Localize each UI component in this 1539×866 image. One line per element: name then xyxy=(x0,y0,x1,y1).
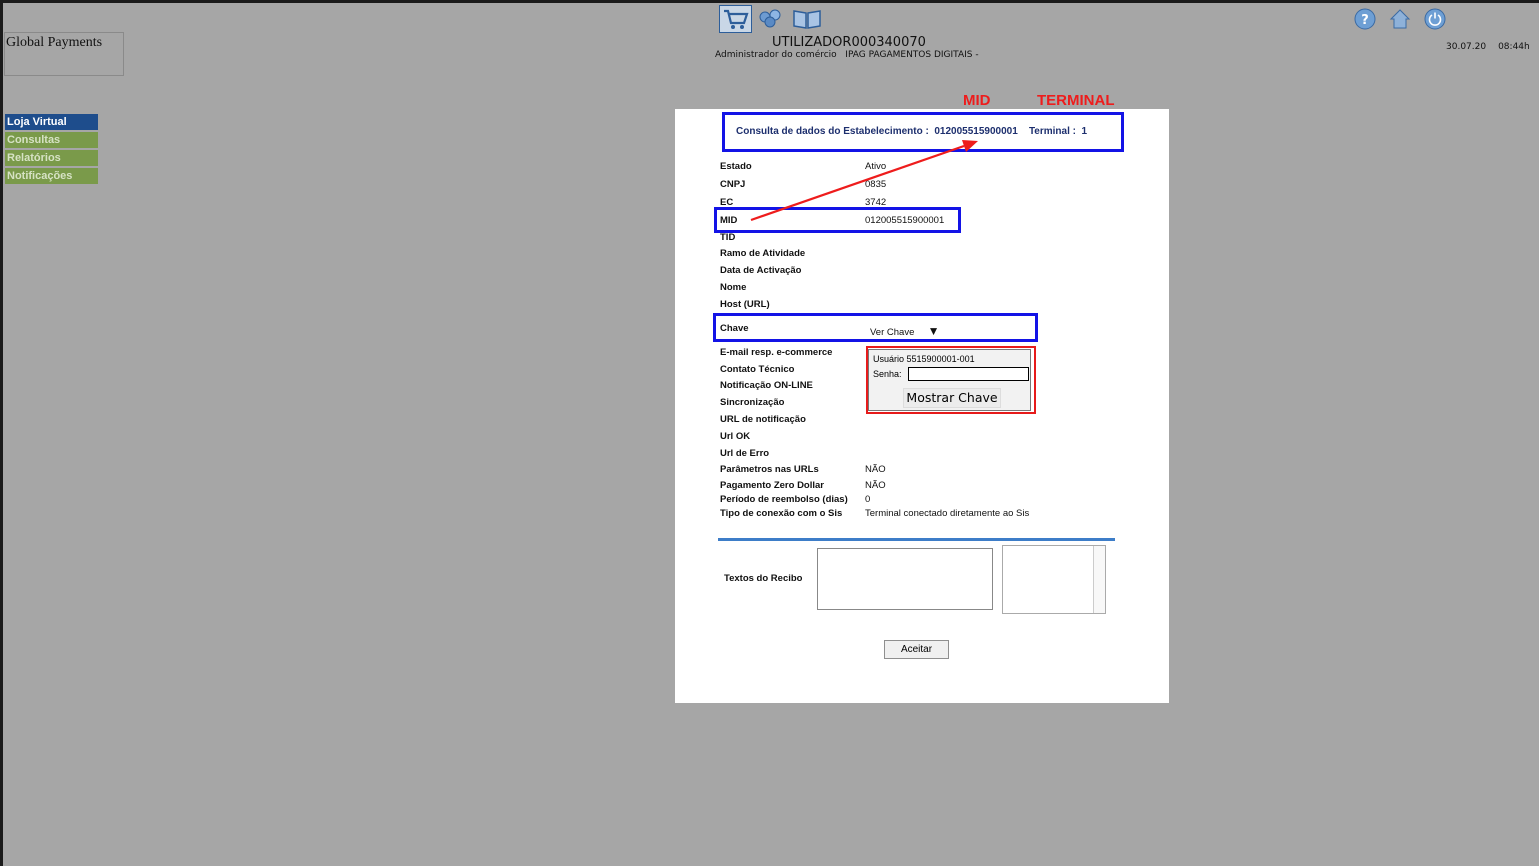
label-url-erro: Url de Erro xyxy=(720,448,770,459)
label-host-url: Host (URL) xyxy=(720,299,770,310)
label-zero-dollar: Pagamento Zero Dollar xyxy=(720,480,824,491)
label-sincronizacao: Sincronização xyxy=(720,397,785,408)
book-icon[interactable] xyxy=(792,7,824,31)
heading-terminal-label: Terminal : xyxy=(1028,126,1076,137)
logo-broken-image: Global Payments xyxy=(4,32,124,76)
value-estado: Ativo xyxy=(865,161,887,172)
value-parametros-urls: NÃO xyxy=(865,464,886,475)
password-field[interactable] xyxy=(908,367,1029,381)
value-reembolso: 0 xyxy=(865,494,871,505)
show-key-button[interactable]: Mostrar Chave xyxy=(903,388,1001,408)
heading-mid: 012005515900001 xyxy=(934,126,1018,137)
value-zero-dollar: NÃO xyxy=(865,480,886,491)
value-cnpj: 0835 xyxy=(865,179,887,190)
label-notificacao-online: Notificação ON-LINE xyxy=(720,380,813,391)
receipt-text-area-1[interactable] xyxy=(817,548,993,610)
menu-item-consultas[interactable]: Consultas xyxy=(5,132,98,148)
date: 30.07.20 xyxy=(1446,42,1487,52)
heading-prefix: Consulta de dados do Estabelecimento : xyxy=(736,126,929,137)
user-role-line: Administrador do comércio IPAG PAGAMENTO… xyxy=(715,50,979,60)
merchant-name: IPAG PAGAMENTOS DIGITAIS - xyxy=(845,50,979,60)
annotation-mid: MID xyxy=(963,92,991,109)
panel-heading: Consulta de dados do Estabelecimento : 0… xyxy=(722,112,1124,152)
menu-item-loja-virtual[interactable]: Loja Virtual xyxy=(5,114,98,130)
label-tipo-conexao: Tipo de conexão com o Sis xyxy=(720,508,843,519)
top-border xyxy=(0,0,1539,3)
cart-icon[interactable] xyxy=(719,5,752,33)
users-icon[interactable] xyxy=(757,7,789,31)
user-id: UTILIZADOR000340070 xyxy=(772,35,926,50)
label-data-activacao: Data de Activação xyxy=(720,265,802,276)
label-cnpj: CNPJ xyxy=(720,179,746,190)
annotation-terminal: TERMINAL xyxy=(1037,92,1115,109)
popup-user-value: 5515900001-001 xyxy=(906,354,975,364)
mid-highlight-box xyxy=(714,207,961,233)
label-reembolso: Período de reembolso (dias) xyxy=(720,494,848,505)
power-icon[interactable] xyxy=(1424,8,1446,30)
section-divider xyxy=(718,538,1115,541)
show-key-popup: Usuário 5515900001-001 Senha: Mostrar Ch… xyxy=(868,349,1031,411)
menu-item-notificacoes[interactable]: Notificações xyxy=(5,168,98,184)
side-menu: Loja Virtual Consultas Relatórios Notifi… xyxy=(5,114,98,186)
user-role: Administrador do comércio xyxy=(715,50,837,60)
value-tipo-conexao: Terminal conectado diretamente ao Sis xyxy=(865,508,1030,519)
label-parametros-urls: Parâmetros nas URLs xyxy=(720,464,819,475)
accept-button[interactable]: Aceitar xyxy=(884,640,949,659)
label-url-notificacao: URL de notificação xyxy=(720,414,806,425)
label-estado: Estado xyxy=(720,161,752,172)
help-icon[interactable]: ? xyxy=(1354,8,1376,30)
svg-text:?: ? xyxy=(1361,13,1369,28)
label-ramo-atividade: Ramo de Atividade xyxy=(720,248,806,259)
label-contato-tecnico: Contato Técnico xyxy=(720,364,795,375)
label-tid: TID xyxy=(720,232,736,243)
datetime: 30.07.20 08:44h xyxy=(1446,42,1530,52)
label-url-ok: Url OK xyxy=(720,431,751,442)
chave-highlight-box xyxy=(713,313,1038,342)
label-email: E-mail resp. e-commerce xyxy=(720,347,833,358)
label-textos-recibo: Textos do Recibo xyxy=(724,573,803,584)
popup-password-label: Senha: xyxy=(873,369,902,379)
scrollbar[interactable] xyxy=(1093,546,1105,613)
heading-terminal: 1 xyxy=(1081,126,1088,137)
receipt-text-area-2[interactable] xyxy=(1002,545,1106,614)
popup-user-line: Usuário 5515900001-001 xyxy=(873,354,975,364)
left-border xyxy=(0,0,3,866)
popup-user-label: Usuário xyxy=(873,354,905,364)
label-nome: Nome xyxy=(720,282,747,293)
menu-item-relatorios[interactable]: Relatórios xyxy=(5,150,98,166)
time: 08:44h xyxy=(1498,42,1530,52)
home-icon[interactable] xyxy=(1389,8,1411,30)
